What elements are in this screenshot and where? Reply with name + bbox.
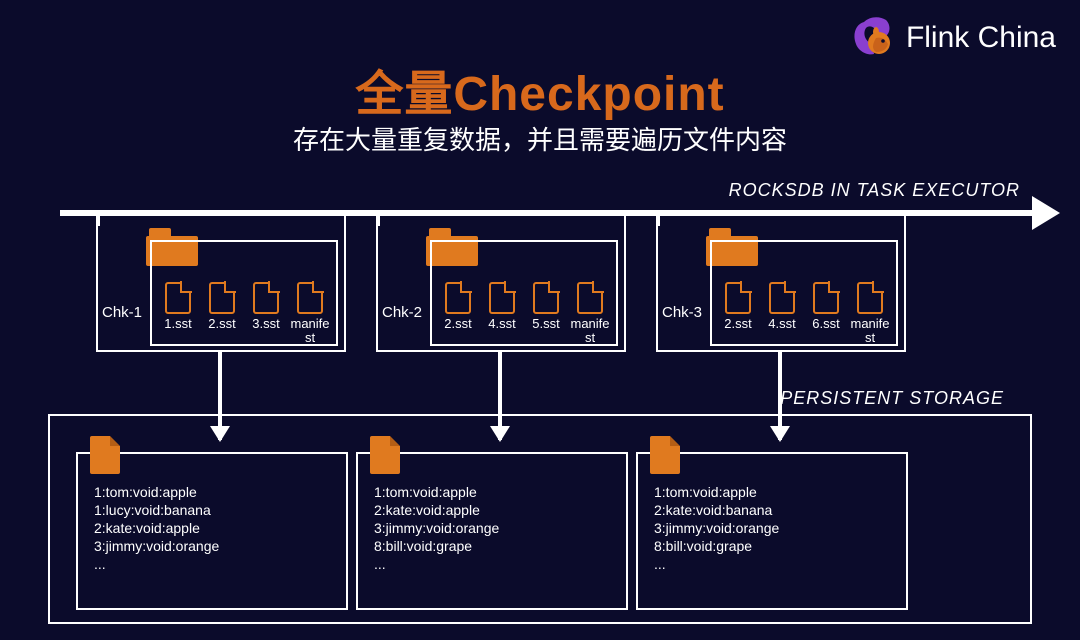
persistent-storage-box: 1:tom:void:apple 1:lucy:void:banana 2:ka… <box>48 414 1032 624</box>
sst-file: 4.sst <box>480 282 524 345</box>
timeline-tick <box>98 210 100 226</box>
sst-file: 5.sst <box>524 282 568 345</box>
checkpoint-block: Chk-2 2.sst 4.sst 5.sst manifest <box>376 216 626 352</box>
slide-title: 全量Checkpoint <box>0 54 1080 124</box>
sst-file: 6.sst <box>804 282 848 345</box>
manifest-file: manifest <box>288 282 332 345</box>
checkpoint-label: Chk-1 <box>102 304 142 321</box>
storage-snapshot: 1:tom:void:apple 2:kate:void:apple 3:jim… <box>356 452 628 610</box>
snapshot-content: 1:tom:void:apple 2:kate:void:apple 3:jim… <box>374 484 616 574</box>
sst-file: 3.sst <box>244 282 288 345</box>
file-icon <box>857 282 883 314</box>
storage-snapshot: 1:tom:void:apple 1:lucy:void:banana 2:ka… <box>76 452 348 610</box>
file-icon <box>253 282 279 314</box>
file-icon <box>577 282 603 314</box>
timeline-tick <box>378 210 380 226</box>
checkpoint-label: Chk-3 <box>662 304 702 321</box>
file-icon <box>813 282 839 314</box>
persistent-storage-label: PERSISTENT STORAGE <box>780 388 1004 409</box>
file-icon <box>165 282 191 314</box>
brand-text: Flink China <box>906 21 1056 55</box>
sst-file: 4.sst <box>760 282 804 345</box>
file-icon <box>297 282 323 314</box>
file-icon <box>725 282 751 314</box>
snapshot-content: 1:tom:void:apple 1:lucy:void:banana 2:ka… <box>94 484 336 574</box>
storage-snapshot: 1:tom:void:apple 2:kate:void:banana 3:ji… <box>636 452 908 610</box>
manifest-file: manifest <box>568 282 612 345</box>
sst-file: 2.sst <box>200 282 244 345</box>
manifest-file: manifest <box>848 282 892 345</box>
document-icon <box>370 436 400 474</box>
file-icon <box>209 282 235 314</box>
checkpoint-block: Chk-1 1.sst 2.sst 3.sst manifest <box>96 216 346 352</box>
timeline-arrowhead-icon <box>1032 196 1060 230</box>
timeline-tick <box>658 210 660 226</box>
checkpoint-files-box: 1.sst 2.sst 3.sst manifest <box>150 240 338 346</box>
file-icon <box>533 282 559 314</box>
slide-subtitle: 存在大量重复数据，并且需要遍历文件内容 <box>0 120 1080 157</box>
file-icon <box>489 282 515 314</box>
checkpoint-files-box: 2.sst 4.sst 6.sst manifest <box>710 240 898 346</box>
file-icon <box>769 282 795 314</box>
sst-file: 1.sst <box>156 282 200 345</box>
sst-file: 2.sst <box>716 282 760 345</box>
document-icon <box>650 436 680 474</box>
snapshot-content: 1:tom:void:apple 2:kate:void:banana 3:ji… <box>654 484 896 574</box>
checkpoint-label: Chk-2 <box>382 304 422 321</box>
rocksdb-label: ROCKSDB IN TASK EXECUTOR <box>729 180 1020 201</box>
document-icon <box>90 436 120 474</box>
checkpoint-block: Chk-3 2.sst 4.sst 6.sst manifest <box>656 216 906 352</box>
sst-file: 2.sst <box>436 282 480 345</box>
checkpoint-files-box: 2.sst 4.sst 5.sst manifest <box>430 240 618 346</box>
file-icon <box>445 282 471 314</box>
